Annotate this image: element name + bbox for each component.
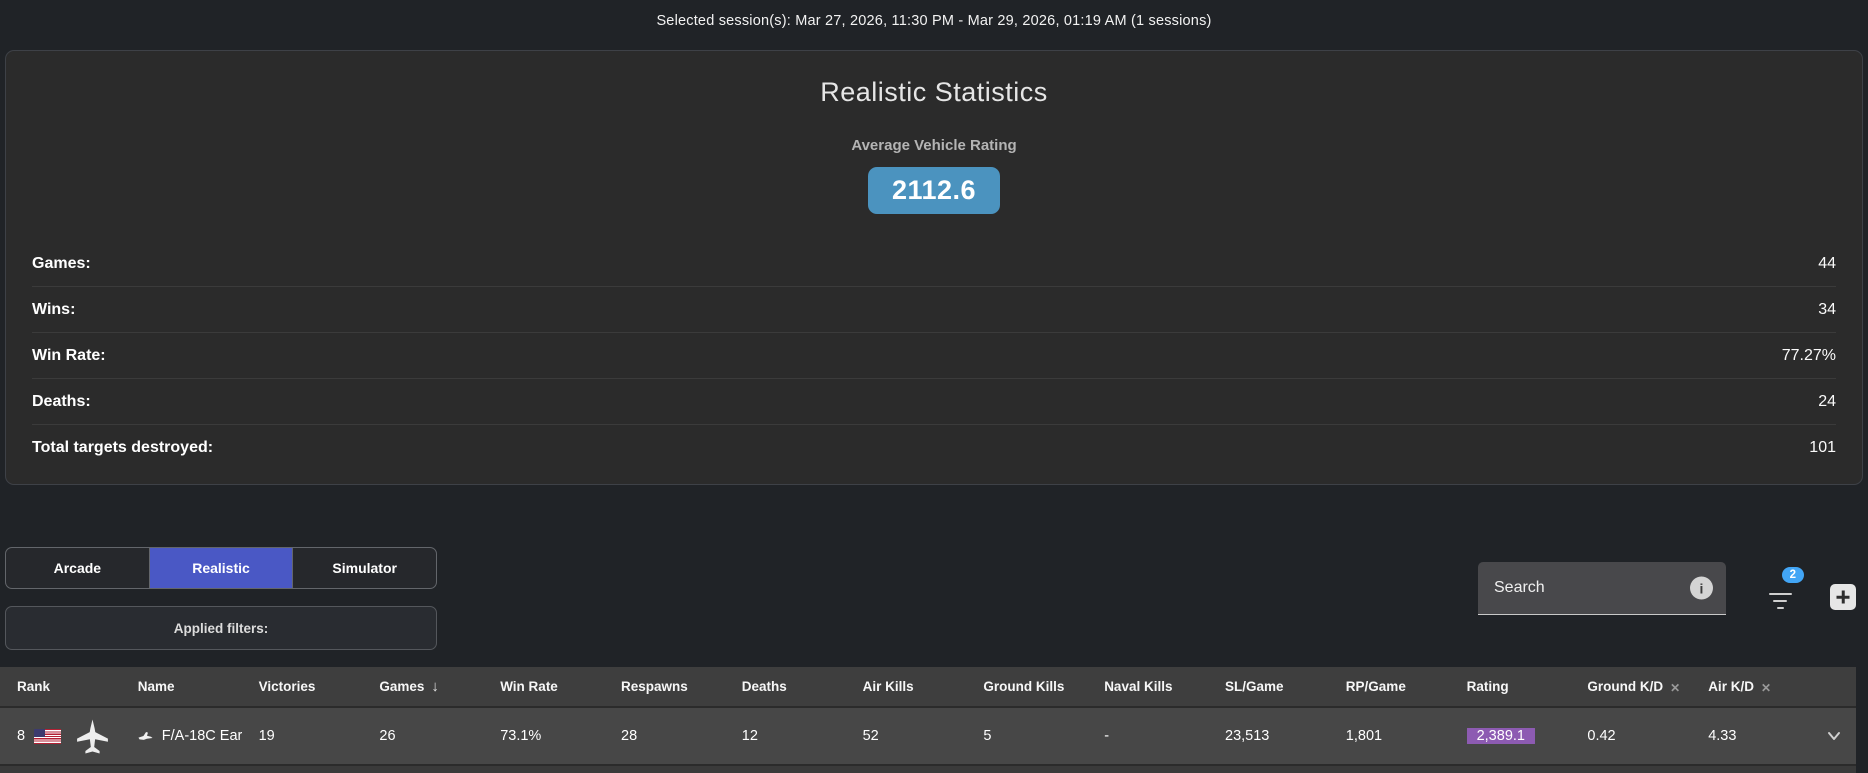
column-header-air-kd[interactable]: Air K/D ✕ <box>1691 678 1812 695</box>
air-kd-cell: 4.33 <box>1691 728 1812 744</box>
jet-side-view-icon <box>138 729 153 744</box>
filter-count-badge: 2 <box>1782 567 1804 583</box>
expand-row-button[interactable] <box>1812 729 1856 743</box>
column-header-games[interactable]: Games ↓ <box>362 678 483 695</box>
selected-sessions-text: Selected session(s): Mar 27, 2026, 11:30… <box>656 13 1211 29</box>
stat-row-win-rate: Win Rate: 77.27% <box>32 333 1836 379</box>
column-header-naval-kills[interactable]: Naval Kills <box>1087 679 1208 694</box>
summary-stats-list: Games: 44 Wins: 34 Win Rate: 77.27% Deat… <box>6 241 1862 471</box>
jet-top-view-icon <box>74 718 111 755</box>
table-header-row: Rank Name Victories Games ↓ Win Rate Res… <box>0 667 1856 706</box>
filter-list-icon <box>1768 593 1792 610</box>
stat-row-wins: Wins: 34 <box>32 287 1836 333</box>
sl-game-cell: 23,513 <box>1208 728 1329 744</box>
filter-button[interactable]: 2 <box>1768 588 1792 614</box>
column-header-victories[interactable]: Victories <box>242 679 363 694</box>
column-header-win-rate[interactable]: Win Rate <box>483 679 604 694</box>
respawns-cell: 28 <box>604 728 725 744</box>
chevron-down-icon <box>1825 729 1843 743</box>
info-icon-glyph: i <box>1700 580 1704 596</box>
left-controls: Arcade Realistic Simulator Applied filte… <box>5 547 437 650</box>
column-header-name[interactable]: Name <box>121 679 242 694</box>
tab-simulator[interactable]: Simulator <box>293 548 436 588</box>
column-header-rank[interactable]: Rank <box>0 679 121 694</box>
rp-game-cell: 1,801 <box>1329 728 1450 744</box>
stat-label: Games: <box>32 255 91 273</box>
sort-desc-icon: ↓ <box>431 678 439 695</box>
stat-row-targets-destroyed: Total targets destroyed: 101 <box>32 425 1836 471</box>
win-rate-cell: 73.1% <box>483 728 604 744</box>
stat-value: 34 <box>1818 301 1836 319</box>
applied-filters-box: Applied filters: <box>5 606 437 650</box>
vehicles-table: Rank Name Victories Games ↓ Win Rate Res… <box>0 667 1856 773</box>
column-header-sl-game[interactable]: SL/Game <box>1208 679 1329 694</box>
column-header-ground-kd[interactable]: Ground K/D ✕ <box>1570 678 1691 695</box>
rating-badge: 2,389.1 <box>1467 728 1535 744</box>
search-field: i <box>1478 562 1726 615</box>
tab-realistic[interactable]: Realistic <box>150 548 294 588</box>
table-row[interactable]: 8 F/A-18C Early 19 26 73.1% 28 12 52 5 -… <box>0 706 1856 764</box>
ground-kd-cell: 0.42 <box>1570 728 1691 744</box>
search-input[interactable] <box>1478 562 1726 614</box>
stat-label: Wins: <box>32 301 75 319</box>
stat-label: Deaths: <box>32 393 91 411</box>
stat-row-deaths: Deaths: 24 <box>32 379 1836 425</box>
stat-value: 101 <box>1809 439 1836 457</box>
name-cell: F/A-18C Early <box>121 728 242 744</box>
usa-flag-icon <box>34 729 61 744</box>
stat-value: 44 <box>1818 255 1836 273</box>
rating-cell: 2,389.1 <box>1450 728 1571 744</box>
remove-column-icon[interactable]: ✕ <box>1670 681 1680 695</box>
deaths-cell: 12 <box>725 728 846 744</box>
app-root: Selected session(s): Mar 27, 2026, 11:30… <box>0 0 1868 773</box>
controls-row: Arcade Realistic Simulator Applied filte… <box>0 547 1868 650</box>
tab-arcade[interactable]: Arcade <box>6 548 150 588</box>
victories-cell: 19 <box>242 728 363 744</box>
rank-cell: 8 <box>0 718 121 755</box>
column-header-rating[interactable]: Rating <box>1450 679 1571 694</box>
ground-kills-cell: 5 <box>966 728 1087 744</box>
page-title: Realistic Statistics <box>6 77 1862 108</box>
column-header-deaths[interactable]: Deaths <box>725 679 846 694</box>
applied-filters-label: Applied filters: <box>174 621 269 636</box>
stat-row-games: Games: 44 <box>32 241 1836 287</box>
info-icon[interactable]: i <box>1690 577 1713 600</box>
avg-rating-label: Average Vehicle Rating <box>6 137 1862 154</box>
column-header-air-kills[interactable]: Air Kills <box>846 679 967 694</box>
rank-value: 8 <box>17 728 25 744</box>
stat-value: 24 <box>1818 393 1836 411</box>
avg-rating-badge: 2112.6 <box>868 167 1000 214</box>
naval-kills-cell: - <box>1087 728 1208 744</box>
stat-label: Total targets destroyed: <box>32 439 213 457</box>
right-controls: i 2 <box>1478 562 1856 615</box>
vehicle-name: F/A-18C Early <box>162 728 242 744</box>
next-row-edge <box>0 764 1856 773</box>
column-header-ground-kills[interactable]: Ground Kills <box>966 679 1087 694</box>
column-header-respawns[interactable]: Respawns <box>604 679 725 694</box>
column-header-rp-game[interactable]: RP/Game <box>1329 679 1450 694</box>
remove-column-icon[interactable]: ✕ <box>1761 681 1771 695</box>
games-cell: 26 <box>362 728 483 744</box>
session-bar: Selected session(s): Mar 27, 2026, 11:30… <box>0 0 1868 42</box>
air-kills-cell: 52 <box>846 728 967 744</box>
stat-label: Win Rate: <box>32 347 106 365</box>
stat-value: 77.27% <box>1782 347 1836 365</box>
mode-tabs: Arcade Realistic Simulator <box>5 547 437 589</box>
add-button[interactable] <box>1830 584 1856 610</box>
stats-panel: Realistic Statistics Average Vehicle Rat… <box>5 50 1863 485</box>
